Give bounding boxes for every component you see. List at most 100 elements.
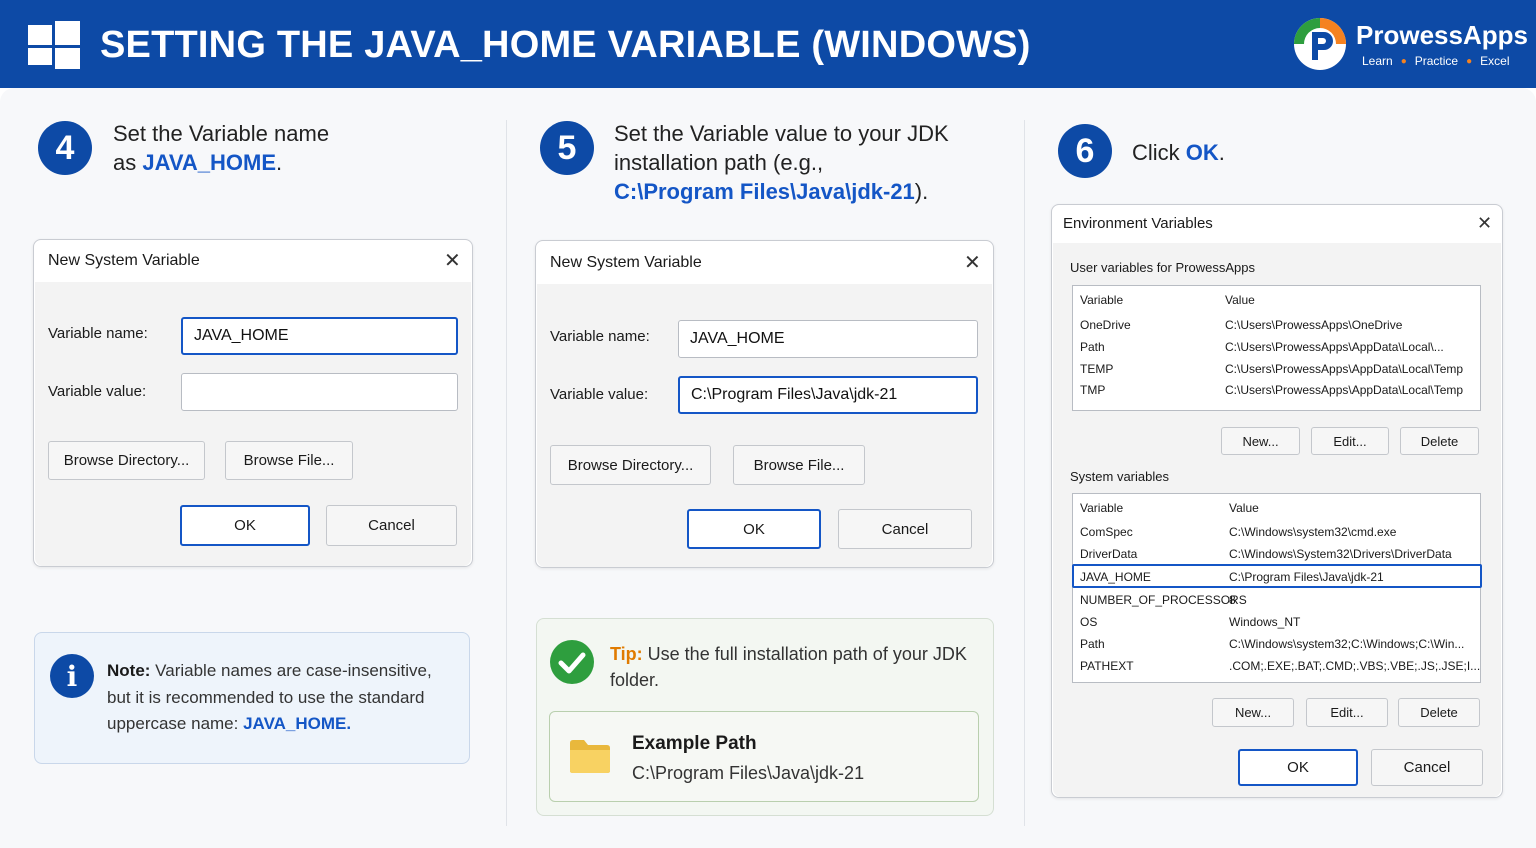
tagline-practice: Practice: [1414, 54, 1459, 68]
tagline-dot-icon: ●: [1466, 55, 1473, 67]
tagline-dot-icon: ●: [1400, 55, 1407, 67]
list-item-value[interactable]: C:\Users\ProwessApps\OneDrive: [1225, 318, 1402, 332]
list-item[interactable]: Path: [1080, 340, 1105, 354]
step-6-suffix: .: [1218, 140, 1225, 165]
dialog-title: Environment Variables: [1063, 215, 1213, 232]
tip-label: Tip:: [610, 644, 643, 664]
list-item[interactable]: DriverData: [1080, 547, 1137, 561]
step-4-highlight: JAVA_HOME: [142, 150, 277, 175]
user-new-button[interactable]: New...: [1221, 427, 1300, 455]
brand-tagline: Learn ● Practice ● Excel: [1362, 54, 1510, 68]
list-item-value[interactable]: C:\Windows\system32\cmd.exe: [1229, 525, 1396, 539]
close-icon[interactable]: ✕: [1477, 213, 1492, 233]
user-delete-button[interactable]: Delete: [1400, 427, 1479, 455]
list-item-value[interactable]: Windows_NT: [1229, 615, 1300, 629]
close-icon[interactable]: ✕: [444, 251, 461, 271]
step-6-badge: 6: [1058, 124, 1112, 178]
list-item-value[interactable]: C:\Users\ProwessApps\AppData\Local\Temp: [1225, 362, 1463, 376]
tagline-excel: Excel: [1480, 54, 1510, 68]
step-5-highlight: C:\Program Files\Java\jdk-21: [614, 179, 915, 204]
system-delete-button[interactable]: Delete: [1398, 698, 1480, 727]
step-4-prefix: as: [113, 150, 143, 175]
dialog-title: New System Variable: [48, 252, 200, 269]
list-item[interactable]: ComSpec: [1080, 525, 1133, 539]
cancel-button[interactable]: Cancel: [838, 509, 972, 549]
list-item[interactable]: Path: [1080, 637, 1105, 651]
list-item-value[interactable]: C:\Windows\System32\Drivers\DriverData: [1229, 547, 1452, 561]
list-item-value[interactable]: C:\Users\ProwessApps\AppData\Local\...: [1225, 340, 1444, 354]
ok-button[interactable]: OK: [1238, 749, 1358, 786]
variable-value-input[interactable]: C:\Program Files\Java\jdk-21: [678, 376, 978, 414]
step-4-instruction: Set the Variable name as JAVA_HOME.: [113, 119, 473, 177]
note-text: Note: Variable names are case-insensitiv…: [107, 658, 457, 738]
list-item[interactable]: TMP: [1080, 383, 1105, 397]
ok-button[interactable]: OK: [687, 509, 821, 549]
dialog-title: New System Variable: [550, 254, 702, 271]
example-path-value: C:\Program Files\Java\jdk-21: [632, 763, 865, 783]
user-variables-label: User variables for ProwessApps: [1070, 260, 1255, 275]
step-5-instruction: Set the Variable value to your JDK insta…: [614, 119, 1004, 206]
environment-variables-dialog: Environment Variables ✕ User variables f…: [1051, 204, 1503, 798]
list-item[interactable]: TEMP: [1080, 362, 1113, 376]
system-variables-list[interactable]: [1072, 493, 1481, 683]
tip-body: Use the full installation path of your J…: [610, 644, 967, 690]
tagline-learn: Learn: [1362, 54, 1393, 68]
user-edit-button[interactable]: Edit...: [1311, 427, 1389, 455]
folder-icon: [570, 740, 610, 773]
note-highlight: JAVA_HOME.: [243, 714, 352, 733]
step-4-suffix: .: [276, 150, 283, 175]
step-4-badge: 4: [38, 121, 92, 175]
step-6-highlight: OK: [1185, 140, 1219, 165]
list-item[interactable]: NUMBER_OF_PROCESSORS: [1080, 593, 1247, 607]
list-item[interactable]: PATHEXT: [1080, 659, 1134, 673]
variable-name-label: Variable name:: [48, 325, 148, 342]
step-6-instruction: Click OK.: [1132, 138, 1225, 167]
example-path-title: Example Path: [632, 733, 757, 754]
brand-name: ProwessApps: [1356, 20, 1528, 50]
check-circle-icon: [550, 640, 594, 684]
system-edit-button[interactable]: Edit...: [1306, 698, 1388, 727]
column-header-value: Value: [1229, 501, 1259, 515]
list-item-value-selected[interactable]: C:\Program Files\Java\jdk-21: [1229, 570, 1384, 584]
header-banner: SETTING THE JAVA_HOME VARIABLE (WINDOWS)…: [0, 0, 1536, 88]
browse-file-button[interactable]: Browse File...: [733, 445, 865, 485]
cancel-button[interactable]: Cancel: [326, 505, 457, 546]
browse-directory-button[interactable]: Browse Directory...: [48, 441, 205, 480]
close-icon[interactable]: ✕: [964, 253, 981, 273]
step-5-line1: Set the Variable value to your JDK: [614, 121, 949, 146]
new-system-variable-dialog: New System Variable ✕ Variable name: JAV…: [535, 240, 994, 568]
browse-file-button[interactable]: Browse File...: [225, 441, 353, 480]
variable-name-input[interactable]: JAVA_HOME: [678, 320, 978, 358]
list-item-value[interactable]: C:\Users\ProwessApps\AppData\Local\Temp: [1225, 383, 1463, 397]
variable-value-input[interactable]: [181, 373, 458, 411]
column-header-value: Value: [1225, 293, 1255, 307]
step-5-suffix: ).: [914, 179, 929, 204]
new-system-variable-dialog: New System Variable ✕ Variable name: JAV…: [33, 239, 473, 567]
cancel-button[interactable]: Cancel: [1371, 749, 1483, 786]
windows-logo-icon: [28, 21, 80, 69]
list-item-value[interactable]: 8: [1229, 593, 1236, 607]
step-5-badge: 5: [540, 121, 594, 175]
variable-value-label: Variable value:: [550, 386, 649, 403]
variable-value-label: Variable value:: [48, 383, 147, 400]
browse-directory-button[interactable]: Browse Directory...: [550, 445, 711, 485]
list-item-selected[interactable]: JAVA_HOME: [1080, 570, 1151, 584]
info-icon: i: [50, 654, 94, 698]
ok-button[interactable]: OK: [180, 505, 310, 546]
example-path-box: [549, 711, 979, 802]
list-item-value[interactable]: .COM;.EXE;.BAT;.CMD;.VBS;.VBE;.JS;.JSE;I…: [1229, 659, 1480, 673]
step-6-prefix: Click: [1132, 140, 1186, 165]
column-divider: [1024, 120, 1025, 826]
list-item[interactable]: OneDrive: [1080, 318, 1131, 332]
tip-text: Tip: Use the full installation path of y…: [610, 641, 970, 693]
system-variables-label: System variables: [1070, 469, 1169, 484]
system-new-button[interactable]: New...: [1212, 698, 1294, 727]
prowessapps-logo-icon: [1294, 18, 1346, 70]
step-4-line1: Set the Variable name: [113, 121, 330, 146]
list-item[interactable]: OS: [1080, 615, 1097, 629]
variable-name-input[interactable]: JAVA_HOME: [181, 317, 458, 355]
variable-name-label: Variable name:: [550, 328, 650, 345]
column-divider: [506, 120, 507, 826]
list-item-value[interactable]: C:\Windows\system32;C:\Windows;C:\Win...: [1229, 637, 1464, 651]
step-4-line2: as JAVA_HOME.: [113, 148, 473, 177]
